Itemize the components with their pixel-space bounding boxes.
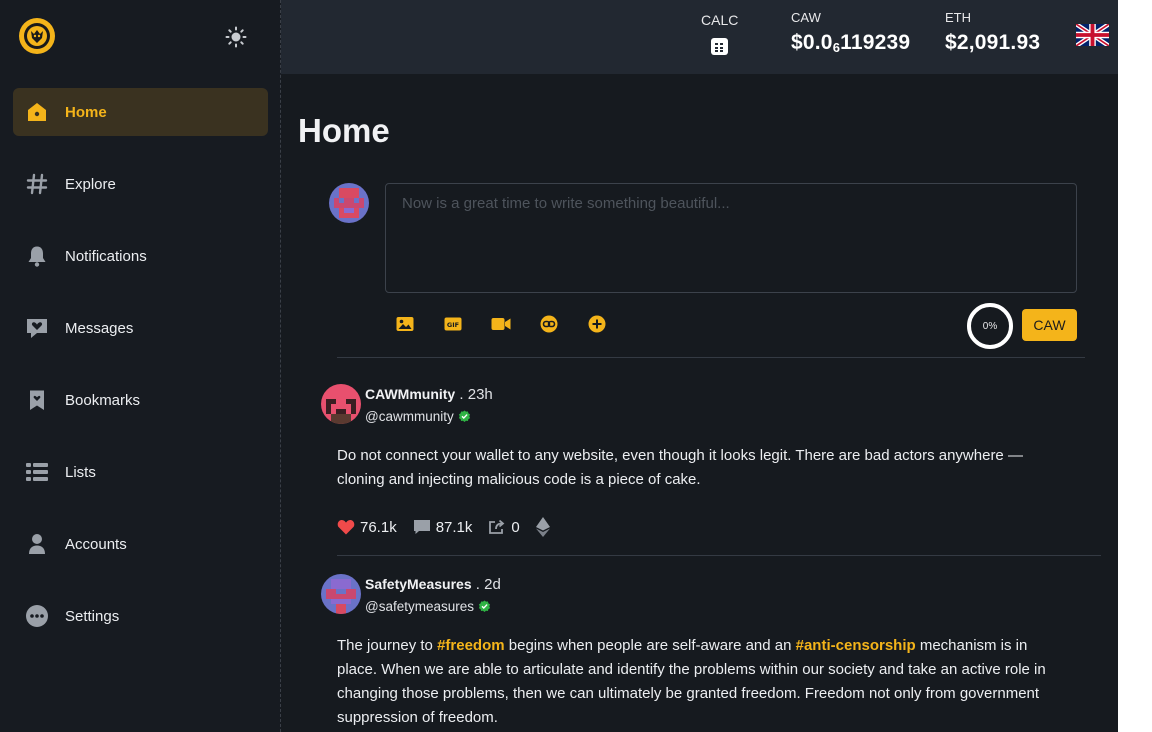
link-icon[interactable] — [539, 314, 559, 334]
like-count: 76.1k — [360, 518, 397, 536]
post-author[interactable]: SafetyMeasures . 2d — [365, 576, 501, 593]
sidebar-item-label: Home — [65, 103, 107, 121]
share-icon — [489, 519, 505, 534]
verified-icon — [478, 600, 491, 612]
avatar[interactable] — [329, 183, 369, 223]
uk-flag-icon[interactable] — [1076, 24, 1109, 46]
lion-logo-icon — [24, 23, 50, 49]
main-feed: Home GIF — [281, 74, 1118, 732]
hashtag-icon — [24, 171, 50, 197]
avatar[interactable] — [321, 574, 361, 614]
more-dots-icon — [24, 603, 50, 629]
message-heart-icon — [24, 315, 50, 341]
post-time: . 23h — [455, 386, 493, 403]
comment-button[interactable]: 87.1k — [413, 518, 473, 536]
sidebar-item-settings[interactable]: Settings — [13, 592, 268, 640]
add-icon[interactable] — [587, 314, 607, 334]
ethereum-icon — [535, 517, 550, 537]
caw-price-label: CAW — [791, 10, 821, 25]
post-time: . 2d — [471, 576, 501, 593]
sidebar-nav: Home Explore Notifications Messages Book… — [13, 88, 268, 664]
svg-text:GIF: GIF — [447, 321, 459, 329]
post-card[interactable]: SafetyMeasures . 2d @safetymeasures The … — [321, 574, 1101, 732]
tip-button[interactable] — [535, 517, 555, 537]
home-icon — [24, 99, 50, 125]
bell-icon — [24, 243, 50, 269]
user-icon — [24, 531, 50, 557]
like-button[interactable]: 76.1k — [337, 519, 397, 536]
post-actions: 76.1k 87.1k 0 — [337, 517, 571, 537]
sidebar-item-home[interactable]: Home — [13, 88, 268, 136]
sidebar-item-bookmarks[interactable]: Bookmarks — [13, 376, 268, 424]
bookmark-icon — [24, 387, 50, 413]
sun-icon — [225, 26, 247, 48]
sidebar-item-label: Bookmarks — [65, 391, 141, 409]
post-text: Do not connect your wallet to any websit… — [337, 447, 1023, 488]
page-title: Home — [298, 112, 390, 149]
sidebar-item-label: Notifications — [65, 247, 147, 265]
video-icon[interactable] — [491, 314, 511, 334]
post-handle[interactable]: @safetymeasures — [365, 599, 491, 614]
image-icon[interactable] — [395, 314, 415, 334]
post-text: The journey to #freedom begins when peop… — [337, 637, 1046, 726]
sidebar-item-notifications[interactable]: Notifications — [13, 232, 268, 280]
post-card[interactable]: CAWMmunity . 23h @cawmmunity Do not conn… — [321, 384, 1101, 554]
sidebar-item-explore[interactable]: Explore — [13, 160, 268, 208]
composer-toolbar: GIF — [395, 314, 635, 334]
comment-icon — [413, 520, 430, 534]
post-author[interactable]: CAWMmunity . 23h — [365, 386, 493, 403]
sidebar-item-label: Accounts — [65, 535, 127, 553]
sidebar-item-label: Settings — [65, 607, 120, 625]
gif-icon[interactable]: GIF — [443, 314, 463, 334]
eth-price-value: $2,091.93 — [945, 31, 1041, 54]
avatar[interactable] — [321, 384, 361, 424]
hashtag-link[interactable]: #freedom — [437, 637, 505, 654]
sidebar-item-lists[interactable]: Lists — [13, 448, 268, 496]
sidebar-item-messages[interactable]: Messages — [13, 304, 268, 352]
character-progress: 0% — [967, 303, 1013, 349]
list-icon — [24, 459, 50, 485]
app-window: Home Explore Notifications Messages Book… — [0, 0, 1118, 732]
sidebar-item-accounts[interactable]: Accounts — [13, 520, 268, 568]
sidebar-item-label: Messages — [65, 319, 134, 337]
divider — [337, 555, 1101, 556]
sidebar-item-label: Lists — [65, 463, 96, 481]
caw-submit-button[interactable]: CAW — [1022, 309, 1077, 341]
share-button[interactable]: 0 — [488, 518, 520, 536]
theme-toggle-button[interactable] — [223, 24, 249, 50]
sidebar-item-label: Explore — [65, 175, 116, 193]
caw-price: CAW $0.06119239 — [791, 10, 910, 55]
verified-icon — [458, 410, 470, 422]
top-bar: CALC CAW $0.06119239 ETH $2,091.93 — [281, 0, 1118, 74]
caw-price-value: $0.06119239 — [791, 31, 911, 55]
compose-input[interactable] — [385, 183, 1077, 293]
calculator-icon[interactable] — [710, 38, 728, 55]
eth-price: ETH $2,091.93 — [945, 10, 1040, 55]
hashtag-link[interactable]: #anti-censorship — [796, 637, 916, 654]
calc-widget: CALC — [701, 12, 739, 60]
divider — [337, 357, 1085, 358]
post-handle[interactable]: @cawmmunity — [365, 409, 471, 424]
eth-price-label: ETH — [945, 10, 971, 25]
heart-icon — [337, 519, 355, 535]
calc-label: CALC — [701, 12, 739, 28]
share-count: 0 — [511, 518, 520, 536]
sidebar: Home Explore Notifications Messages Book… — [0, 0, 281, 732]
comment-count: 87.1k — [435, 518, 473, 536]
caw-logo[interactable] — [19, 18, 55, 54]
